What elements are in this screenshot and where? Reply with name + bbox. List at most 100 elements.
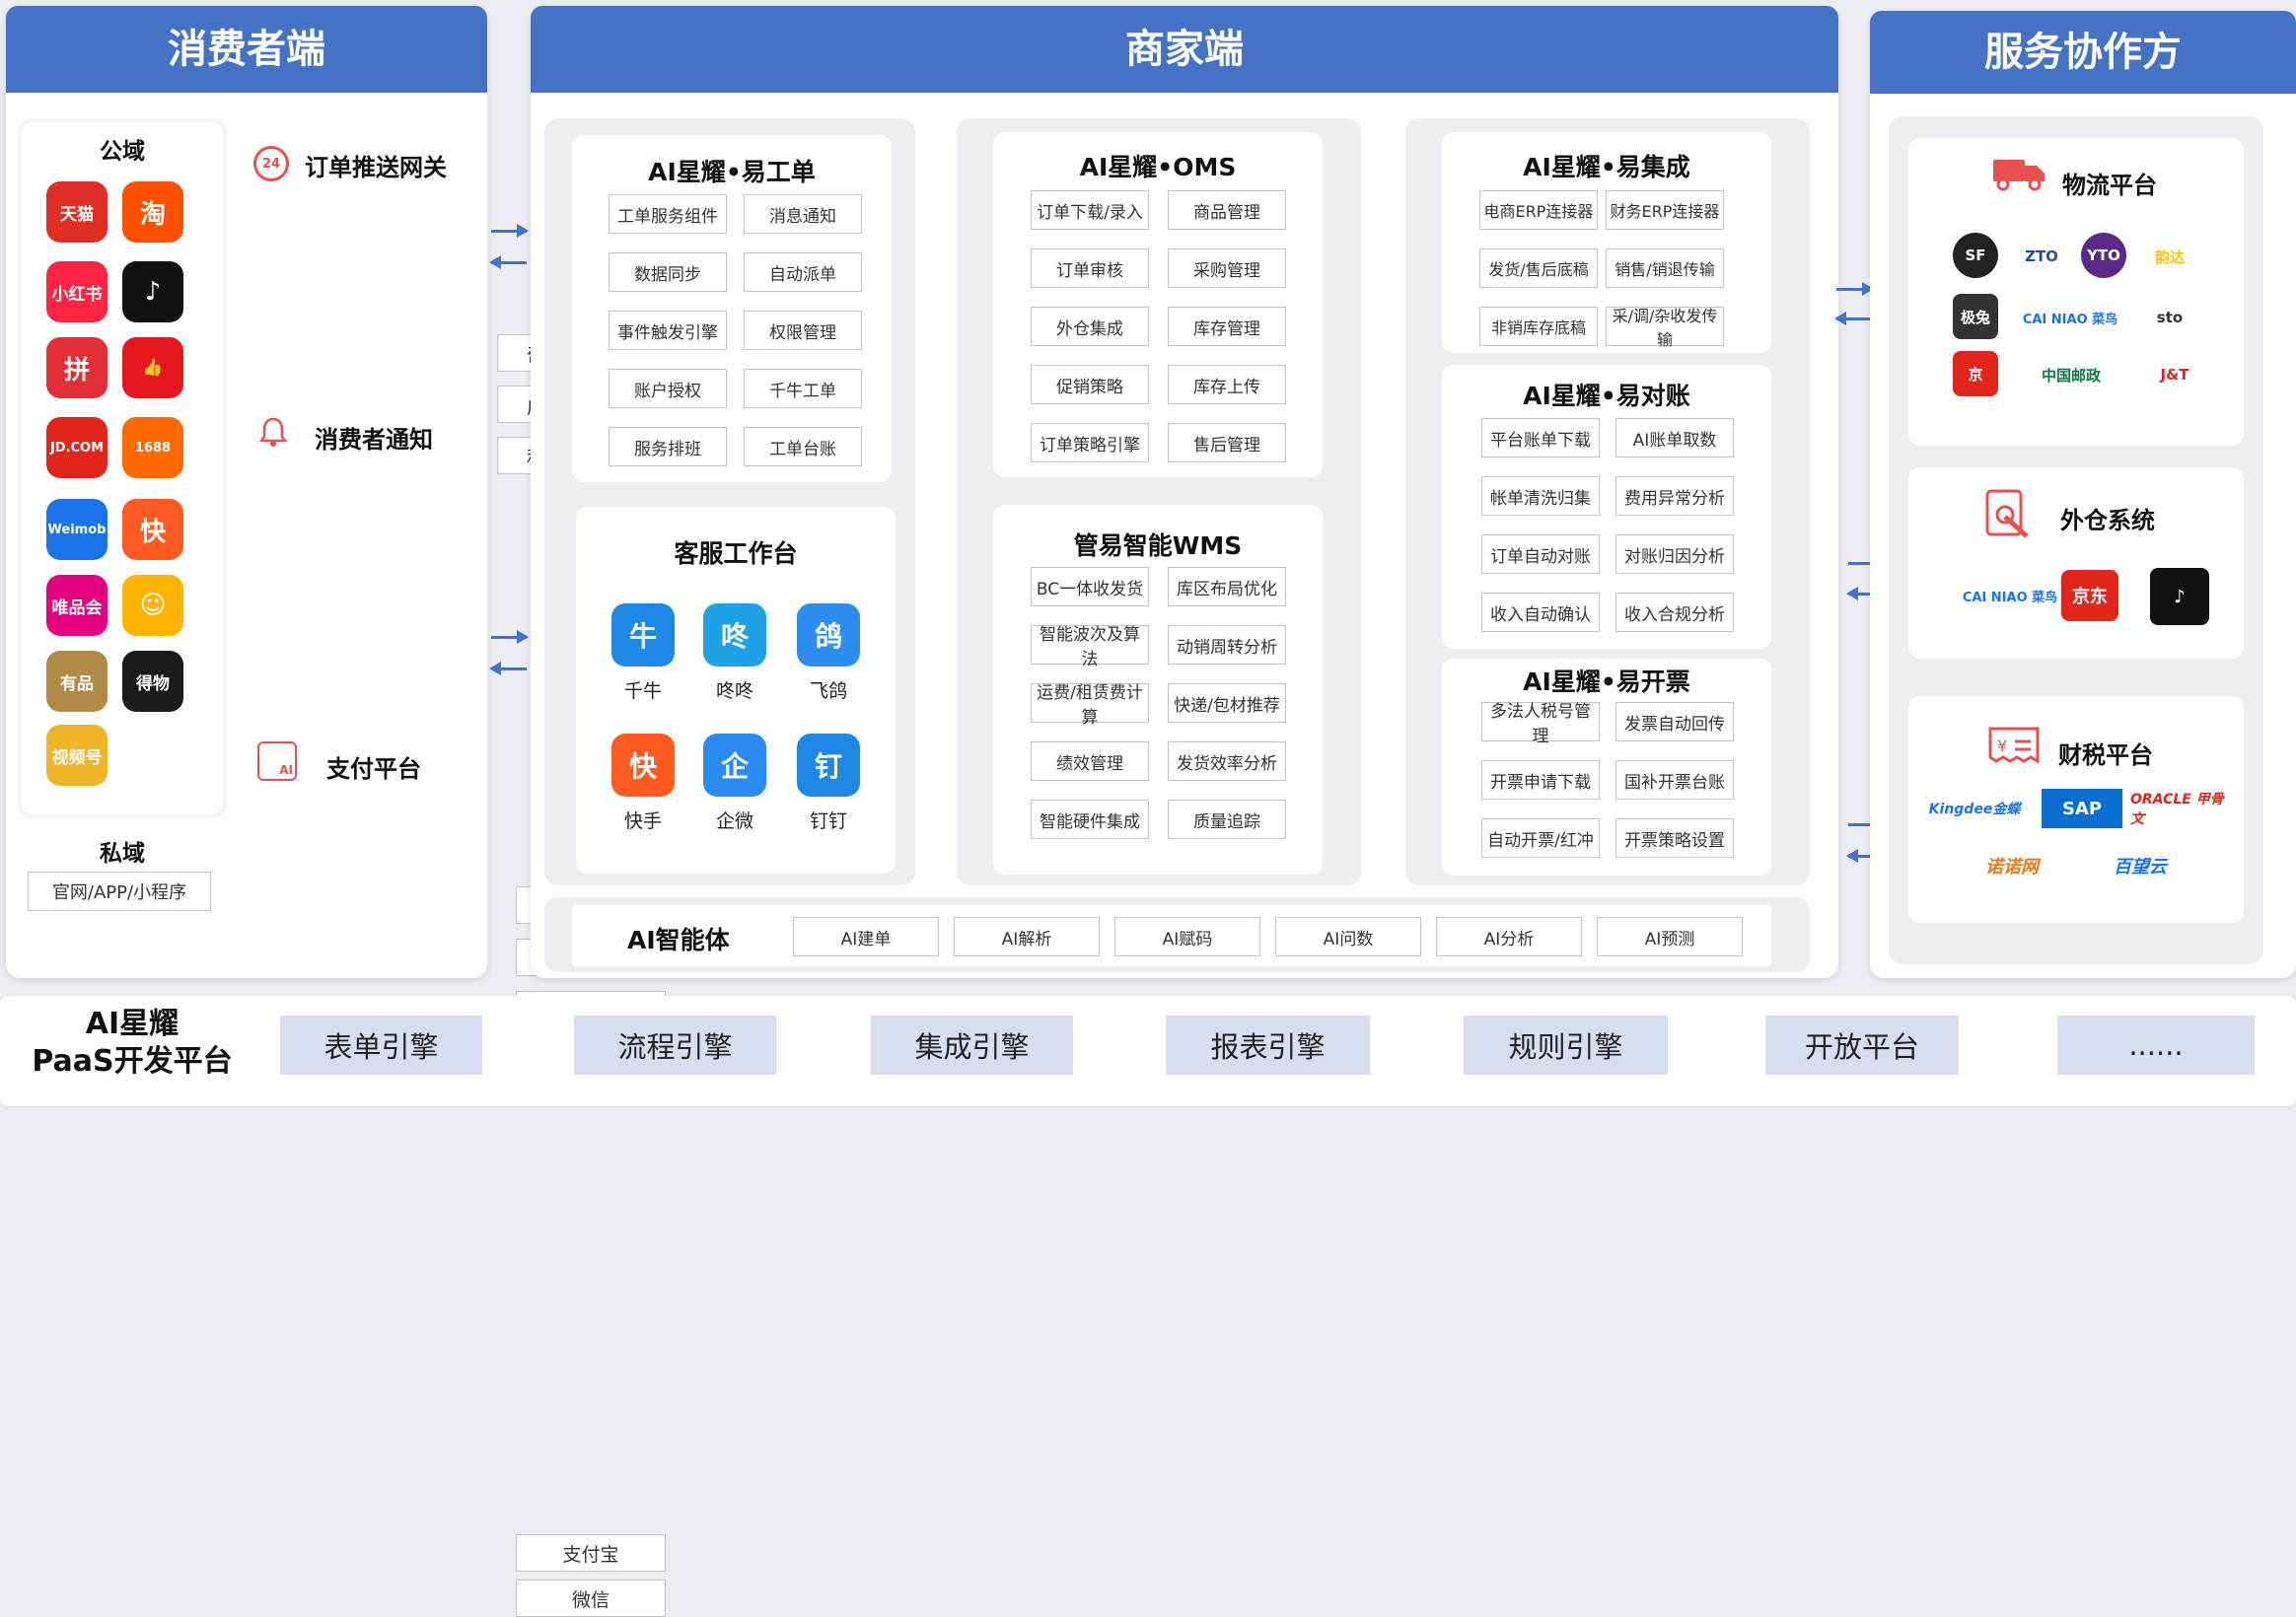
oms-item[interactable]: 订单策略引擎	[1031, 423, 1149, 462]
warehouse-logo: CAI NIAO 菜鸟	[1962, 590, 2058, 605]
service-app-icon[interactable]: 咚	[703, 603, 766, 667]
wms-item[interactable]: 动销周转分析	[1168, 625, 1286, 665]
reconcile-item[interactable]: 订单自动对账	[1481, 534, 1600, 574]
service-app-icon[interactable]: 钉	[797, 734, 860, 797]
integration-item[interactable]: 财务ERP连接器	[1606, 190, 1724, 230]
app-icon[interactable]: 淘	[122, 181, 183, 243]
workorder-item[interactable]: 事件触发引擎	[609, 311, 727, 350]
payment-title: 支付平台	[326, 755, 421, 783]
oms-item[interactable]: 商品管理	[1168, 190, 1286, 230]
wms-item[interactable]: 智能硬件集成	[1031, 800, 1149, 839]
paas-engine[interactable]: 集成引擎	[871, 1016, 1073, 1075]
app-icon[interactable]: 小红书	[46, 261, 108, 322]
workorder-item[interactable]: 权限管理	[744, 311, 862, 350]
oms-item[interactable]: 外仓集成	[1031, 307, 1149, 346]
paas-engine[interactable]: 流程引擎	[574, 1016, 776, 1075]
app-icon[interactable]: 得物	[122, 651, 183, 712]
wms-item[interactable]: 智能波次及算法	[1031, 625, 1149, 669]
app-icon[interactable]: 唯品会	[46, 575, 108, 636]
ai-agent-item[interactable]: AI建单	[793, 917, 939, 956]
reconcile-item[interactable]: 费用异常分析	[1615, 476, 1734, 516]
consumer-notify-title: 消费者通知	[315, 426, 433, 454]
app-icon[interactable]: 有品	[46, 651, 108, 712]
ai-agent-item[interactable]: AI解析	[954, 917, 1100, 956]
wms-item[interactable]: 发货效率分析	[1168, 741, 1286, 781]
integration-item[interactable]: 发货/售后底稿	[1479, 248, 1598, 288]
workorder-item[interactable]: 服务排班	[609, 427, 727, 466]
paas-title-line2: PaaS开发平台	[32, 1044, 233, 1079]
invoice-item[interactable]: 自动开票/红冲	[1481, 818, 1600, 858]
service-app-label: 千牛	[623, 680, 662, 702]
logistics-logo: J&T	[2160, 366, 2189, 384]
paas-engine[interactable]: 规则引擎	[1464, 1016, 1668, 1075]
oms-item[interactable]: 促销策略	[1031, 365, 1149, 404]
workorder-item[interactable]: 消息通知	[744, 194, 862, 234]
service-app-icon[interactable]: 牛	[611, 603, 675, 667]
app-icon[interactable]: 快	[122, 499, 183, 560]
logistics-logo: CAI NIAO 菜鸟	[2022, 312, 2118, 327]
oms-item[interactable]: 订单审核	[1031, 248, 1149, 288]
integration-item[interactable]: 非销库存底稿	[1479, 307, 1598, 346]
wms-item[interactable]: 快递/包材推荐	[1168, 683, 1286, 723]
payment-item[interactable]: 微信	[516, 1580, 666, 1617]
reconcile-item[interactable]: 收入合规分析	[1615, 593, 1734, 632]
private-domain-item[interactable]: 官网/APP/小程序	[28, 872, 211, 911]
ai-agent-item[interactable]: AI赋码	[1114, 917, 1260, 956]
workorder-item[interactable]: 账户授权	[609, 369, 727, 408]
oms-item[interactable]: 采购管理	[1168, 248, 1286, 288]
app-icon[interactable]: 天猫	[46, 181, 108, 243]
workorder-item[interactable]: 千牛工单	[744, 369, 862, 408]
reconcile-item[interactable]: 平台账单下载	[1481, 418, 1600, 457]
app-icon[interactable]: Weimob	[46, 499, 108, 560]
app-icon[interactable]: 拼	[46, 337, 108, 398]
service-app-icon[interactable]: 企	[703, 734, 766, 797]
warehouse-tool-icon	[1983, 487, 2037, 542]
oms-item[interactable]: 售后管理	[1168, 423, 1286, 462]
ai-agent-item[interactable]: AI分析	[1436, 917, 1582, 956]
invoice-item[interactable]: 开票策略设置	[1615, 818, 1734, 858]
paas-title-line1: AI星耀	[85, 1007, 179, 1041]
payment-item[interactable]: 支付宝	[516, 1534, 666, 1572]
paas-engine[interactable]: 表单引擎	[280, 1016, 482, 1075]
oms-item[interactable]: 库存管理	[1168, 307, 1286, 346]
app-icon[interactable]: 视频号	[46, 725, 108, 786]
paas-engine[interactable]: 报表引擎	[1166, 1016, 1370, 1075]
service-app-label: 钉钉	[809, 810, 847, 832]
workorder-item[interactable]: 工单台账	[744, 427, 862, 466]
oms-item[interactable]: 库存上传	[1168, 365, 1286, 404]
paas-title: AI星耀 PaaS开发平台	[24, 1006, 241, 1081]
app-icon[interactable]: 👍	[122, 337, 183, 398]
service-app-icon[interactable]: 快	[611, 734, 675, 797]
invoice-item[interactable]: 开票申请下载	[1481, 760, 1600, 800]
wms-item[interactable]: 库区布局优化	[1168, 567, 1286, 606]
wms-item[interactable]: 绩效管理	[1031, 741, 1149, 781]
paas-engine[interactable]: 开放平台	[1765, 1016, 1959, 1075]
ai-agent-item[interactable]: AI预测	[1597, 917, 1743, 956]
app-icon[interactable]: JD.COM	[46, 417, 108, 478]
reconcile-item[interactable]: 对账归因分析	[1615, 534, 1734, 574]
app-icon[interactable]: ♪	[122, 261, 183, 322]
invoice-item[interactable]: 国补开票台账	[1615, 760, 1734, 800]
reconcile-item[interactable]: 收入自动确认	[1481, 593, 1600, 632]
wms-item[interactable]: 质量追踪	[1168, 800, 1286, 839]
app-icon[interactable]: 1688	[122, 417, 183, 478]
order-gateway-title: 订单推送网关	[305, 154, 447, 181]
paas-engine[interactable]: ......	[2057, 1016, 2255, 1075]
integration-item[interactable]: 采/调/杂收发传输	[1606, 307, 1724, 349]
oms-item[interactable]: 订单下载/录入	[1031, 190, 1149, 230]
ai-agent-item[interactable]: AI问数	[1275, 917, 1421, 956]
app-icon[interactable]: ☺	[122, 575, 183, 636]
service-app-icon[interactable]: 鸽	[797, 603, 860, 667]
integration-item[interactable]: 销售/销退传输	[1606, 248, 1724, 288]
integration-item[interactable]: 电商ERP连接器	[1479, 190, 1598, 230]
wms-item[interactable]: BC一体收发货	[1031, 567, 1149, 606]
wms-item[interactable]: 运费/租赁费计算	[1031, 683, 1149, 728]
reconcile-item[interactable]: 帐单清洗归集	[1481, 476, 1600, 516]
warehouse-card: 外仓系统	[1908, 467, 2244, 659]
invoice-item[interactable]: 发票自动回传	[1615, 702, 1734, 741]
invoice-item[interactable]: 多法人税号管理	[1481, 702, 1600, 746]
workorder-item[interactable]: 工单服务组件	[609, 194, 727, 234]
reconcile-item[interactable]: AI账单取数	[1615, 418, 1734, 457]
workorder-item[interactable]: 数据同步	[609, 252, 727, 292]
workorder-item[interactable]: 自动派单	[744, 252, 862, 292]
